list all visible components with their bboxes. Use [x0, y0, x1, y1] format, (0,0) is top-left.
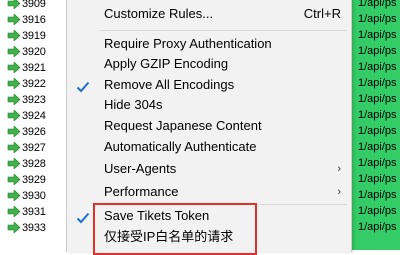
menu-item-label: Remove All Encodings	[104, 77, 235, 92]
session-row[interactable]: 3909	[0, 0, 60, 11]
green-arrow-icon	[7, 46, 21, 57]
menu-item-remove-all-encodings[interactable]: Remove All Encodings	[67, 74, 351, 96]
url-cell[interactable]: 1/api/ps	[350, 108, 400, 123]
menu-item-label: Hide 304s	[104, 97, 163, 112]
green-arrow-icon	[7, 126, 21, 137]
green-arrow-icon	[7, 174, 21, 185]
url-cell[interactable]: 1/api/ps	[350, 76, 400, 91]
session-id: 3924	[22, 109, 46, 122]
green-arrow-icon	[7, 110, 21, 121]
menu-item-label: Require Proxy Authentication	[104, 36, 272, 51]
session-row[interactable]: 3933	[0, 220, 60, 235]
session-row[interactable]: 3923	[0, 92, 60, 107]
url-cell[interactable]: 1/api/ps	[350, 140, 400, 155]
session-row[interactable]: 3916	[0, 12, 60, 27]
session-id: 3928	[22, 157, 46, 170]
url-cell[interactable]: 1/api/ps	[350, 60, 400, 75]
green-arrow-icon	[7, 158, 21, 169]
session-row[interactable]: 3929	[0, 172, 60, 187]
menu-item-user-agents[interactable]: User-Agents ›	[67, 158, 351, 180]
menu-item-request-japanese-content[interactable]: Request Japanese Content	[67, 115, 351, 137]
url-cell[interactable]: 1/api/ps	[350, 188, 400, 203]
green-arrow-icon	[7, 14, 21, 25]
menu-item-shortcut: Ctrl+R	[303, 6, 341, 21]
menu-item-label: Customize Rules...	[104, 6, 214, 21]
session-id: 3920	[22, 45, 46, 58]
menu-item-label: Performance	[104, 184, 179, 199]
session-id: 3931	[22, 205, 46, 218]
session-id: 3909	[22, 0, 46, 10]
menu-item-hide-304s[interactable]: Hide 304s	[67, 94, 351, 116]
menu-item-label: Automatically Authenticate	[104, 139, 257, 154]
session-id: 3919	[22, 29, 46, 42]
url-cell[interactable]: 1/api/ps	[350, 156, 400, 171]
menu-item-label: Request Japanese Content	[104, 118, 262, 133]
url-cell[interactable]: 1/api/ps	[350, 0, 400, 11]
green-arrow-icon	[7, 0, 21, 9]
session-url-column[interactable]: 1/api/ps 1/api/ps 1/api/ps 1/api/ps 1/ap…	[350, 0, 400, 250]
session-id: 3916	[22, 13, 46, 26]
url-cell[interactable]: 1/api/ps	[350, 220, 400, 235]
green-arrow-icon	[7, 222, 21, 233]
session-row[interactable]: 3919	[0, 28, 60, 43]
menu-item-performance[interactable]: Performance ›	[67, 181, 351, 203]
menu-item-automatically-authenticate[interactable]: Automatically Authenticate	[67, 136, 351, 158]
session-id: 3921	[22, 61, 46, 74]
url-cell[interactable]: 1/api/ps	[350, 92, 400, 107]
green-arrow-icon	[7, 190, 21, 201]
session-row[interactable]: 3927	[0, 140, 60, 155]
session-id: 3926	[22, 125, 46, 138]
menu-separator	[100, 30, 347, 31]
chevron-right-icon: ›	[337, 186, 341, 198]
session-row[interactable]: 3924	[0, 108, 60, 123]
session-row[interactable]: 3920	[0, 44, 60, 59]
green-arrow-icon	[7, 78, 21, 89]
session-id: 3923	[22, 93, 46, 106]
annotation-highlight-box	[93, 203, 257, 255]
session-id: 3929	[22, 173, 46, 186]
session-row[interactable]: 3921	[0, 60, 60, 75]
green-arrow-icon	[7, 94, 21, 105]
url-cell[interactable]: 1/api/ps	[350, 12, 400, 27]
session-list[interactable]: 3909 3916 3919 3920 3921 3922 3923 3924 …	[0, 0, 60, 250]
menu-item-require-proxy-auth[interactable]: Require Proxy Authentication	[67, 33, 351, 55]
url-cell[interactable]: 1/api/ps	[350, 204, 400, 219]
menu-item-label: Apply GZIP Encoding	[104, 56, 229, 71]
url-cell[interactable]: 1/api/ps	[350, 124, 400, 139]
green-arrow-icon	[7, 142, 21, 153]
url-cell[interactable]: 1/api/ps	[350, 172, 400, 187]
menu-item-apply-gzip[interactable]: Apply GZIP Encoding	[67, 53, 351, 75]
green-arrow-icon	[7, 62, 21, 73]
session-id: 3927	[22, 141, 46, 154]
session-row[interactable]: 3922	[0, 76, 60, 91]
session-row[interactable]: 3931	[0, 204, 60, 219]
session-row[interactable]: 3930	[0, 188, 60, 203]
session-id: 3933	[22, 221, 46, 234]
green-arrow-icon	[7, 30, 21, 41]
menu-item-customize-rules[interactable]: Customize Rules... Ctrl+R	[67, 3, 351, 25]
url-cell[interactable]: 1/api/ps	[350, 28, 400, 43]
session-id: 3922	[22, 77, 46, 90]
session-row[interactable]: 3928	[0, 156, 60, 171]
session-id: 3930	[22, 189, 46, 202]
chevron-right-icon: ›	[337, 163, 341, 175]
session-row[interactable]: 3926	[0, 124, 60, 139]
green-arrow-icon	[7, 206, 21, 217]
menu-item-label: User-Agents	[104, 161, 177, 176]
url-cell[interactable]: 1/api/ps	[350, 44, 400, 59]
